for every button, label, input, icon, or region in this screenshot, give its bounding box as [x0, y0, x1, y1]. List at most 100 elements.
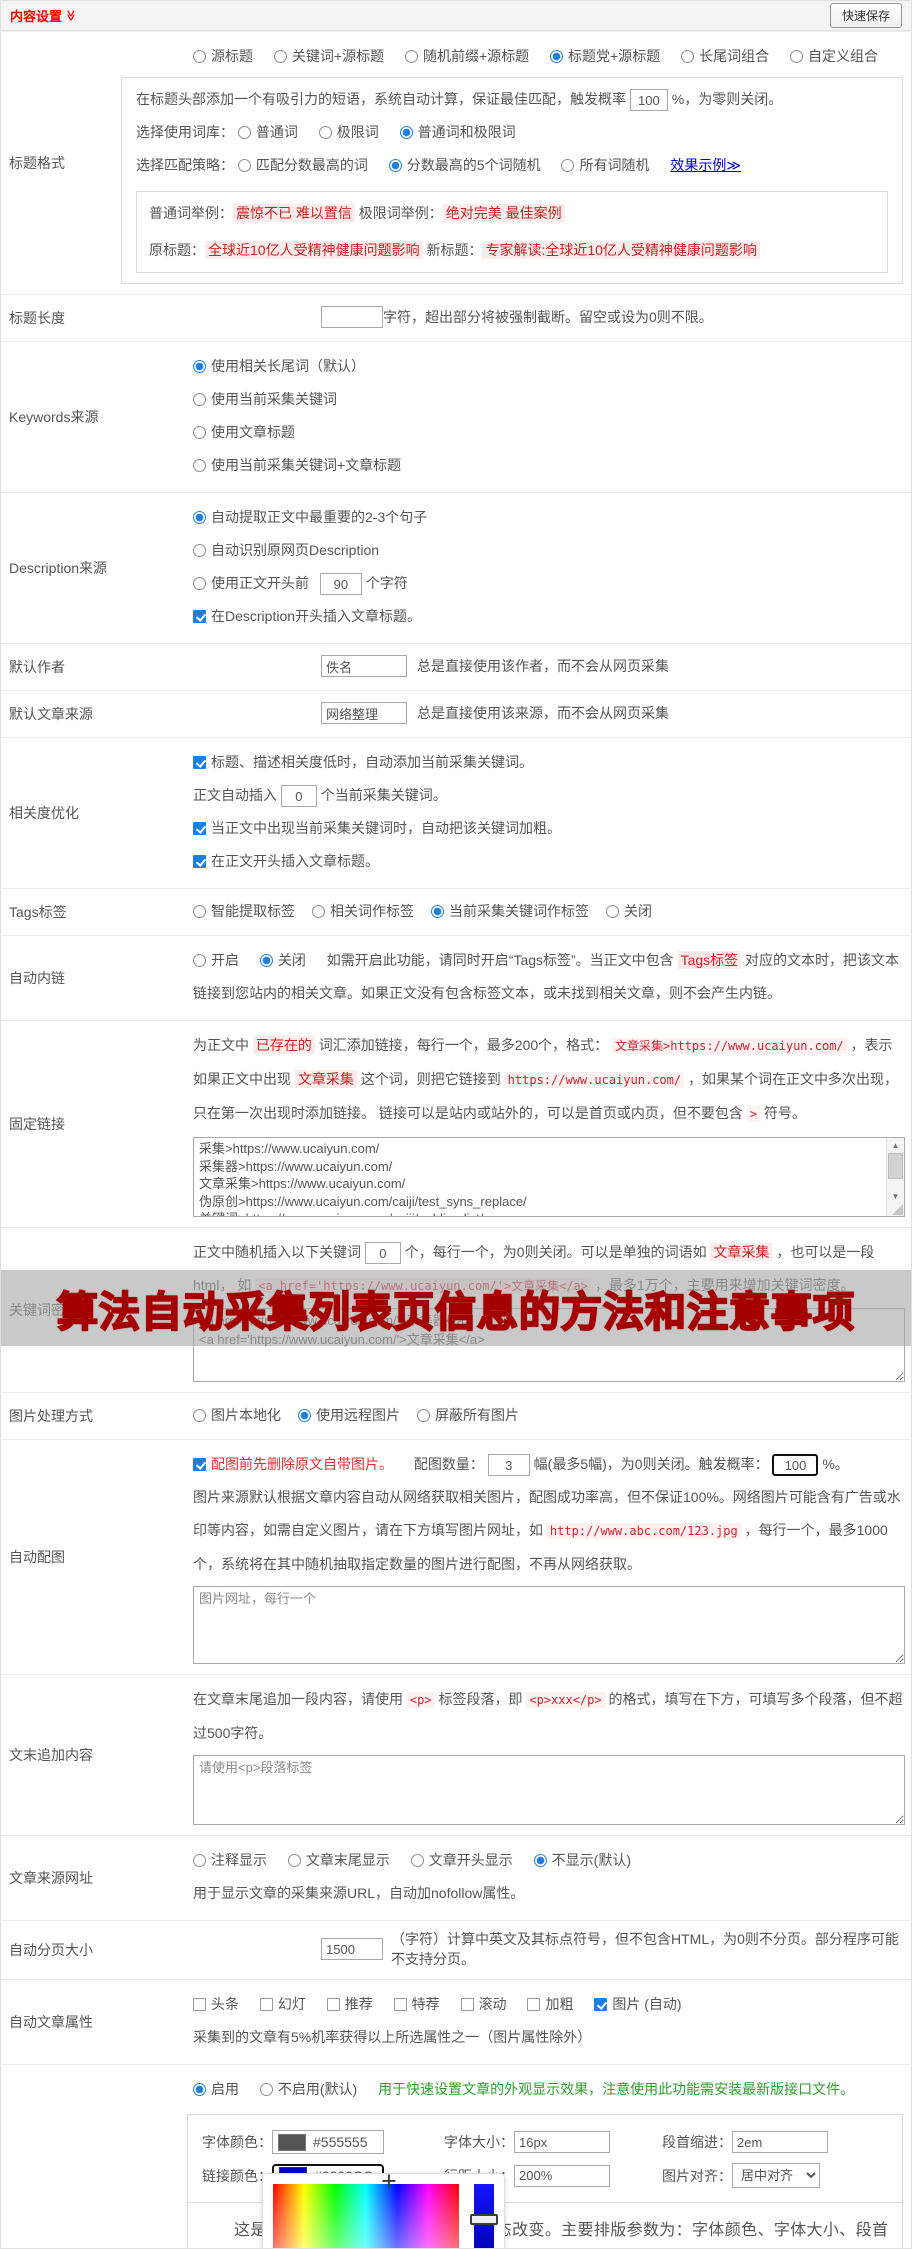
radio-option-show-at-start[interactable]: 文章开头显示 — [410, 1852, 513, 1868]
radio-option-autolink-on[interactable]: 开启 — [193, 952, 239, 968]
scroll-down-icon[interactable]: ▼ — [887, 1189, 904, 1204]
radio-option-both-words[interactable]: 普通词和极限词 — [399, 124, 516, 140]
top-bar: 内容设置 ≫ 快速保存 — [1, 1, 911, 31]
title-format-panel: 在标题头部添加一个有吸引力的短语，系统自动计算，保证最佳匹配，触发概率 %，为零… — [121, 77, 903, 284]
permalink-textarea[interactable]: 采集>https://www.ucaiyun.com/ 采集器>https://… — [193, 1137, 905, 1217]
radio-option-keyword-tags[interactable]: 当前采集关键词作标签 — [431, 901, 589, 921]
radio-option-hide[interactable]: 不显示(默认) — [533, 1852, 631, 1868]
checkbox-recommend[interactable]: 推荐 — [326, 1996, 373, 2012]
radio-option-keyword-source-title[interactable]: 关键词+源标题 — [273, 48, 384, 64]
radio-icon — [193, 544, 206, 557]
image-urls-textarea[interactable] — [193, 1586, 905, 1664]
row-label: 默认文章来源 — [9, 706, 93, 722]
row-label: Tags标签 — [9, 904, 67, 920]
slider-handle[interactable] — [470, 2214, 498, 2225]
row-label: 自动分页大小 — [9, 1942, 93, 1958]
radio-option-source-title[interactable]: 源标题 — [193, 48, 253, 64]
content-settings-page: 内容设置 ≫ 快速保存 标题格式 源标题 关键词+源标题 随机前缀+源标题 标题… — [0, 0, 912, 2249]
effect-example-link[interactable]: 效果示例≫ — [670, 157, 741, 173]
default-source-input[interactable] — [321, 702, 407, 724]
radio-option-smart-tags[interactable]: 智能提取标签 — [193, 901, 295, 921]
font-size-input[interactable] — [514, 2131, 610, 2153]
image-probability-input[interactable] — [772, 1454, 819, 1477]
radio-icon — [193, 1409, 206, 1422]
radio-option-article-title[interactable]: 使用文章标题 — [193, 424, 295, 440]
radio-option-all-random[interactable]: 所有词随机 — [561, 157, 649, 173]
checkbox-auto-add-keywords[interactable]: 标题、描述相关度低时，自动添加当前采集关键词。 — [193, 754, 533, 770]
font-color-field[interactable]: #555555 — [272, 2130, 384, 2154]
default-author-input[interactable] — [321, 655, 407, 677]
radio-icon — [318, 126, 332, 139]
radio-option-typeset-enable[interactable]: 启用 — [193, 2081, 239, 2097]
checkbox-checked-icon — [193, 855, 206, 868]
trigger-probability-input[interactable] — [629, 89, 668, 112]
image-count-input[interactable] — [487, 1454, 530, 1477]
radio-option-current-keywords[interactable]: 使用当前采集关键词 — [193, 391, 337, 407]
radio-option-show-at-end[interactable]: 文章末尾显示 — [287, 1852, 390, 1868]
radio-option-autolink-off[interactable]: 关闭 — [259, 952, 306, 968]
radio-icon — [193, 50, 206, 63]
row-keywords-source: Keywords来源 使用相关长尾词（默认） 使用当前采集关键词 使用文章标题 … — [1, 341, 911, 492]
image-align-select[interactable]: 居中对齐 — [732, 2163, 820, 2188]
row-append-content: 文末追加内容 在文章末尾追加一段内容，请使用 <p> 标签段落，即 <p>xxx… — [1, 1674, 911, 1835]
radio-option-auto-extract[interactable]: 自动提取正文中最重要的2-3个句子 — [193, 509, 427, 525]
radio-option-remote-images[interactable]: 使用远程图片 — [298, 1405, 400, 1425]
row-label: 自定义排版 — [1, 2065, 193, 2248]
radio-option-prefix-source-title[interactable]: 随机前缀+源标题 — [404, 48, 529, 64]
radio-option-typeset-disable[interactable]: 不启用(默认) — [259, 2081, 357, 2097]
checkbox-insert-title-body[interactable]: 在正文开头插入文章标题。 — [193, 853, 379, 869]
checkbox-bold[interactable]: 加粗 — [527, 1996, 573, 2012]
radio-option-block-images[interactable]: 屏蔽所有图片 — [417, 1405, 519, 1425]
radio-option-comment-show[interactable]: 注释显示 — [193, 1852, 267, 1868]
insert-keywords-count-input[interactable] — [280, 785, 317, 808]
row-autolink: 自动内链 开启 关闭 如需开启此功能，请同时开启“Tags标签”。当正文中包含 … — [1, 935, 911, 1020]
checkbox-scroll[interactable]: 滚动 — [460, 1996, 507, 2012]
title-length-input[interactable] — [321, 306, 383, 328]
checkbox-icon — [326, 1998, 340, 2011]
checkbox-special[interactable]: 特荐 — [393, 1996, 440, 2012]
radio-option-body-prefix[interactable]: 使用正文开头前 — [193, 575, 309, 591]
radio-selected-icon — [193, 511, 206, 524]
radio-option-tags-off[interactable]: 关闭 — [606, 901, 652, 921]
radio-option-best-match[interactable]: 匹配分数最高的词 — [237, 157, 368, 173]
checkbox-slideshow[interactable]: 幻灯 — [259, 1996, 306, 2012]
radio-selected-icon — [193, 2083, 206, 2096]
quick-save-button[interactable]: 快速保存 — [829, 3, 902, 28]
radio-option-extreme-words[interactable]: 极限词 — [318, 124, 379, 140]
indent-input[interactable] — [732, 2131, 828, 2153]
radio-option-custom-combo[interactable]: 自定义组合 — [790, 48, 878, 64]
checkbox-image-auto[interactable]: 图片 (自动) — [594, 1996, 682, 2012]
radio-option-related-tags[interactable]: 相关词作标签 — [312, 901, 414, 921]
radio-option-top5-random[interactable]: 分数最高的5个词随机 — [388, 157, 541, 173]
row-relevance: 相关度优化 标题、描述相关度低时，自动添加当前采集关键词。 正文自动插入 个当前… — [1, 737, 911, 888]
row-label: 图片处理方式 — [9, 1408, 93, 1424]
radio-option-keywords-plus-title[interactable]: 使用当前采集关键词+文章标题 — [193, 457, 401, 473]
radio-icon — [410, 1854, 424, 1867]
color-saturation-area[interactable] — [273, 2184, 459, 2248]
radio-selected-icon — [259, 954, 273, 967]
description-chars-input[interactable] — [319, 573, 362, 596]
line-height-input[interactable] — [514, 2164, 610, 2187]
keyword-insert-count-input[interactable] — [364, 1242, 401, 1265]
paging-size-input[interactable] — [321, 1938, 383, 1960]
scroll-up-icon[interactable]: ▲ — [887, 1138, 904, 1153]
scrollbar-thumb[interactable] — [888, 1153, 903, 1179]
radio-option-normal-words[interactable]: 普通词 — [237, 124, 298, 140]
radio-option-clickbait-source-title[interactable]: 标题党+源标题 — [550, 48, 660, 64]
row-tags: Tags标签 智能提取标签 相关词作标签 当前采集关键词作标签 关闭 — [1, 888, 911, 935]
append-content-textarea[interactable] — [193, 1755, 905, 1825]
radio-option-related-longtail[interactable]: 使用相关长尾词（默认） — [193, 358, 365, 374]
checkbox-headline[interactable]: 头条 — [193, 1996, 239, 2012]
radio-option-page-description[interactable]: 自动识别原网页Description — [193, 542, 379, 558]
checkbox-insert-title-description[interactable]: 在Description开头插入文章标题。 — [193, 608, 421, 624]
radio-icon — [790, 50, 804, 63]
resize-grip-icon[interactable] — [892, 1204, 903, 1215]
checkbox-icon — [393, 1998, 407, 2011]
radio-option-localize-images[interactable]: 图片本地化 — [193, 1405, 281, 1425]
radio-option-longtail-combo[interactable]: 长尾词组合 — [681, 48, 769, 64]
checkbox-remove-original-images[interactable]: 配图前先删除原文自带图片。 — [193, 1456, 393, 1472]
radio-selected-icon — [533, 1854, 547, 1867]
section-title[interactable]: 内容设置 ≫ — [10, 6, 77, 25]
checkbox-bold-keywords[interactable]: 当正文中出现当前采集关键词时，自动把该关键词加粗。 — [193, 820, 561, 836]
radio-selected-icon — [550, 50, 564, 63]
